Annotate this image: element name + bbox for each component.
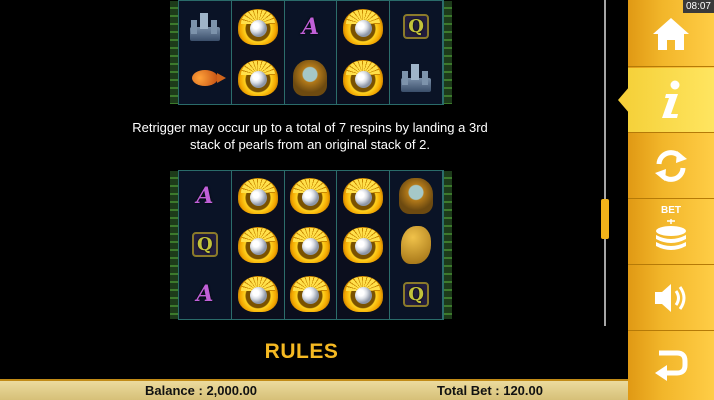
total-bet-label: Total Bet : — [437, 383, 500, 398]
reel-grid-top: AQ — [170, 0, 452, 105]
total-bet-value: 120.00 — [503, 383, 543, 398]
pearl-clam-icon — [290, 276, 331, 313]
pearl-symbol — [337, 269, 391, 319]
balance-display: Balance : 2,000.00 — [145, 383, 257, 398]
pearl-symbol — [284, 220, 338, 270]
castle-icon — [397, 62, 435, 94]
pearl-symbol — [231, 220, 285, 270]
balance-label: Balance : — [145, 383, 203, 398]
letter-symbol-q: Q — [390, 269, 443, 319]
pearl-symbol — [231, 1, 285, 53]
reel-grid-bottom: AQAQ — [170, 170, 452, 320]
scrollbar-track[interactable] — [604, 0, 606, 326]
letter-a-icon: A — [301, 13, 320, 40]
pearl-icon — [355, 71, 373, 89]
reel-frame-right — [444, 171, 452, 319]
pearl-symbol — [231, 269, 285, 319]
side-menu: BET 08:07 — [628, 0, 714, 400]
diver-symbol — [390, 171, 443, 221]
letter-symbol-a: A — [179, 269, 232, 319]
pearl-clam-icon — [343, 226, 384, 263]
pearl-clam-icon — [237, 177, 278, 214]
seahorse-icon — [401, 225, 432, 264]
letter-q-icon: Q — [192, 232, 218, 258]
rule-description: Retrigger may occur up to a total of 7 r… — [118, 119, 502, 153]
pearl-clam-icon — [343, 8, 384, 45]
castle-symbol — [179, 1, 232, 53]
pearl-clam-icon — [237, 8, 278, 45]
pearl-symbol — [284, 171, 338, 221]
pearl-symbol — [337, 52, 391, 104]
diver-icon — [293, 60, 328, 97]
section-heading-rules: RULES — [264, 340, 339, 363]
castle-icon — [186, 11, 224, 43]
sound-icon — [655, 284, 686, 312]
scrollbar-thumb[interactable] — [601, 199, 609, 239]
return-icon — [655, 350, 688, 381]
rule-description-line-1: Retrigger may occur up to a total of 7 r… — [132, 120, 488, 135]
sound-button[interactable] — [628, 266, 714, 331]
pearl-icon — [355, 237, 373, 255]
letter-q-icon: Q — [403, 14, 429, 40]
return-button[interactable] — [628, 332, 714, 397]
bet-coins-icon — [656, 219, 686, 250]
refresh-icon — [655, 150, 687, 182]
pearl-icon — [302, 287, 320, 305]
pearl-clam-icon — [237, 226, 278, 263]
pearl-icon — [302, 188, 320, 206]
fish-symbol — [179, 52, 232, 104]
pearl-icon — [355, 287, 373, 305]
pearl-symbol — [337, 220, 391, 270]
letter-symbol-q: Q — [179, 220, 232, 270]
pearl-clam-icon — [237, 276, 278, 313]
rule-description-line-2: stack of pearls from an original stack o… — [190, 137, 430, 152]
reel-frame-left — [170, 171, 178, 319]
letter-a-icon: A — [196, 182, 214, 209]
reel-frame-right — [444, 1, 452, 104]
pearl-symbol — [284, 269, 338, 319]
pearl-clam-icon — [343, 60, 384, 97]
diver-symbol — [284, 52, 338, 104]
reel-frame-left — [170, 1, 178, 104]
pearl-clam-icon — [290, 226, 331, 263]
pearl-clam-icon — [343, 177, 384, 214]
refresh-button[interactable] — [628, 134, 714, 199]
letter-symbol-a: A — [284, 1, 338, 53]
pearl-icon — [355, 19, 373, 37]
pearl-icon — [355, 188, 373, 206]
pearl-clam-icon — [290, 177, 331, 214]
pearl-icon — [302, 237, 320, 255]
pearl-icon — [249, 188, 267, 206]
pearl-icon — [249, 19, 267, 37]
bottom-info-bar: Balance : 2,000.00 Total Bet : 120.00 — [0, 379, 628, 400]
letter-a-icon: A — [196, 281, 214, 308]
fish-icon — [191, 70, 226, 87]
info-button[interactable] — [628, 68, 714, 133]
pearl-icon — [249, 71, 267, 89]
home-icon — [653, 18, 689, 50]
info-icon — [662, 80, 680, 118]
balance-value: 2,000.00 — [206, 383, 258, 398]
pearl-symbol — [231, 171, 285, 221]
letter-symbol-a: A — [179, 171, 232, 221]
pearl-symbol — [337, 1, 391, 53]
total-bet-display: Total Bet : 120.00 — [437, 383, 543, 398]
clock: 08:07 — [682, 0, 714, 13]
pearl-symbol — [337, 171, 391, 221]
pearl-clam-icon — [237, 60, 278, 97]
bottom-bar-divider — [0, 379, 628, 381]
diver-icon — [399, 177, 434, 214]
castle-symbol — [390, 52, 443, 104]
pearl-symbol — [231, 52, 285, 104]
pearl-icon — [249, 237, 267, 255]
bet-label: BET — [661, 205, 681, 216]
pearl-icon — [249, 287, 267, 305]
seahorse-symbol — [390, 220, 443, 270]
pearl-clam-icon — [343, 276, 384, 313]
bet-button[interactable]: BET — [628, 200, 714, 265]
letter-q-icon: Q — [403, 281, 429, 307]
letter-symbol-q: Q — [390, 1, 443, 53]
